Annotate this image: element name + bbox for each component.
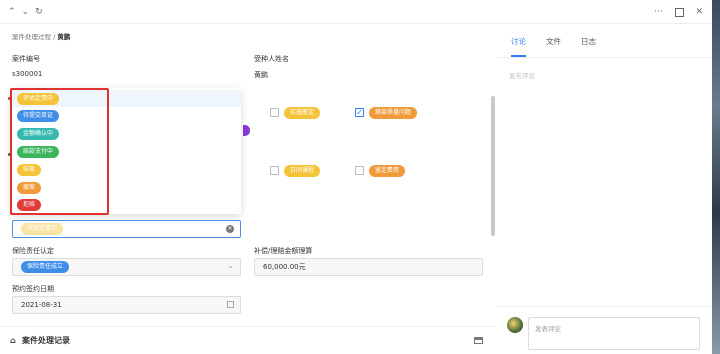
case-record-bar[interactable]: ⌂ 案件处理记录 — [0, 326, 495, 354]
case-no-value: s300001 — [12, 70, 43, 78]
checkbox-tag-3[interactable] — [270, 166, 279, 175]
insured-value: 黄鹏 — [254, 71, 268, 79]
expand-icon[interactable] — [474, 337, 483, 344]
chevron-up-icon[interactable]: ⌃ — [8, 7, 16, 17]
comment-input[interactable]: 发表评论 — [528, 317, 700, 350]
clear-icon[interactable]: × — [226, 225, 234, 233]
liability-label: 保险责任认定 — [12, 247, 54, 255]
dropdown-option[interactable]: 赔款支付中 — [11, 143, 241, 160]
panel-icon[interactable] — [674, 7, 684, 17]
scrollbar[interactable] — [491, 96, 495, 236]
tab-files[interactable]: 文件 — [546, 36, 561, 57]
status-dropdown: 评估定责中 待提交单证 金额确认中 赔款支付中 结案 撤案 拒赔 — [11, 88, 241, 214]
tag-label: 鉴定费用 — [369, 165, 406, 177]
compensation-value: 60,000.00元 — [263, 263, 306, 271]
checkbox-tag-2[interactable]: ✓ — [355, 108, 364, 117]
breadcrumb: 案件处理过程 / 黄鹏 — [12, 33, 71, 41]
discussion-tabs: 讨论 文件 日志 — [511, 36, 616, 57]
dropdown-option[interactable]: 拒赔 — [11, 196, 241, 213]
insured-label: 受种人姓名 — [254, 55, 289, 63]
liability-select[interactable]: 保险责任成立 ⌄ — [12, 258, 241, 276]
top-toolbar: ⌃ ⌄ ↻ ··· ✕ — [0, 0, 712, 24]
compensation-label: 补偿/理赔金额理算 — [254, 247, 313, 255]
purple-tag-fragment — [243, 125, 250, 136]
dropdown-option[interactable]: 评估定责中 — [11, 90, 241, 107]
case-no-label: 案件编号 — [12, 55, 40, 63]
checkbox-tag-1[interactable] — [270, 108, 279, 117]
breadcrumb-current: 黄鹏 — [57, 33, 71, 41]
date-value: 2021-08-31 — [21, 301, 62, 309]
comment-placeholder: 发布评论 — [509, 72, 535, 80]
breadcrumb-parent[interactable]: 案件处理过程 — [12, 33, 51, 41]
tab-log[interactable]: 日志 — [581, 36, 596, 57]
avatar — [507, 317, 523, 333]
tab-divider — [496, 57, 712, 58]
compensation-field[interactable]: 60,000.00元 — [254, 258, 483, 276]
tag-label: 实施鉴定 — [284, 107, 321, 119]
comment-area: 发表评论 — [496, 306, 712, 354]
close-icon[interactable]: ✕ — [696, 7, 704, 17]
tag-label: 日间课程 — [284, 165, 321, 177]
tag-label: 箱苗质量问题 — [369, 107, 418, 119]
liability-value: 保险责任成立 — [21, 261, 70, 273]
chevron-down-icon[interactable]: ⌄ — [22, 7, 30, 17]
status-select-value: 评估定责中 — [21, 223, 64, 235]
chevron-down-icon: ⌄ — [227, 261, 234, 270]
dropdown-option[interactable]: 金额确认中 — [11, 125, 241, 142]
checkbox-tag-4[interactable] — [355, 166, 364, 175]
refresh-icon[interactable]: ↻ — [35, 7, 43, 17]
background-strip — [712, 0, 720, 354]
home-icon: ⌂ — [10, 336, 16, 345]
case-record-label: 案件处理记录 — [22, 336, 70, 345]
status-select[interactable]: 评估定责中 × — [12, 220, 241, 238]
dropdown-option[interactable]: 待提交单证 — [11, 107, 241, 124]
calendar-icon[interactable] — [227, 301, 234, 308]
dropdown-option[interactable]: 撤案 — [11, 179, 241, 196]
dropdown-option[interactable]: 结案 — [11, 161, 241, 178]
tab-discussion[interactable]: 讨论 — [511, 36, 526, 57]
date-field[interactable]: 2021-08-31 — [12, 296, 241, 314]
more-icon[interactable]: ··· — [654, 7, 663, 17]
date-label: 预约签约日期 — [12, 285, 54, 293]
